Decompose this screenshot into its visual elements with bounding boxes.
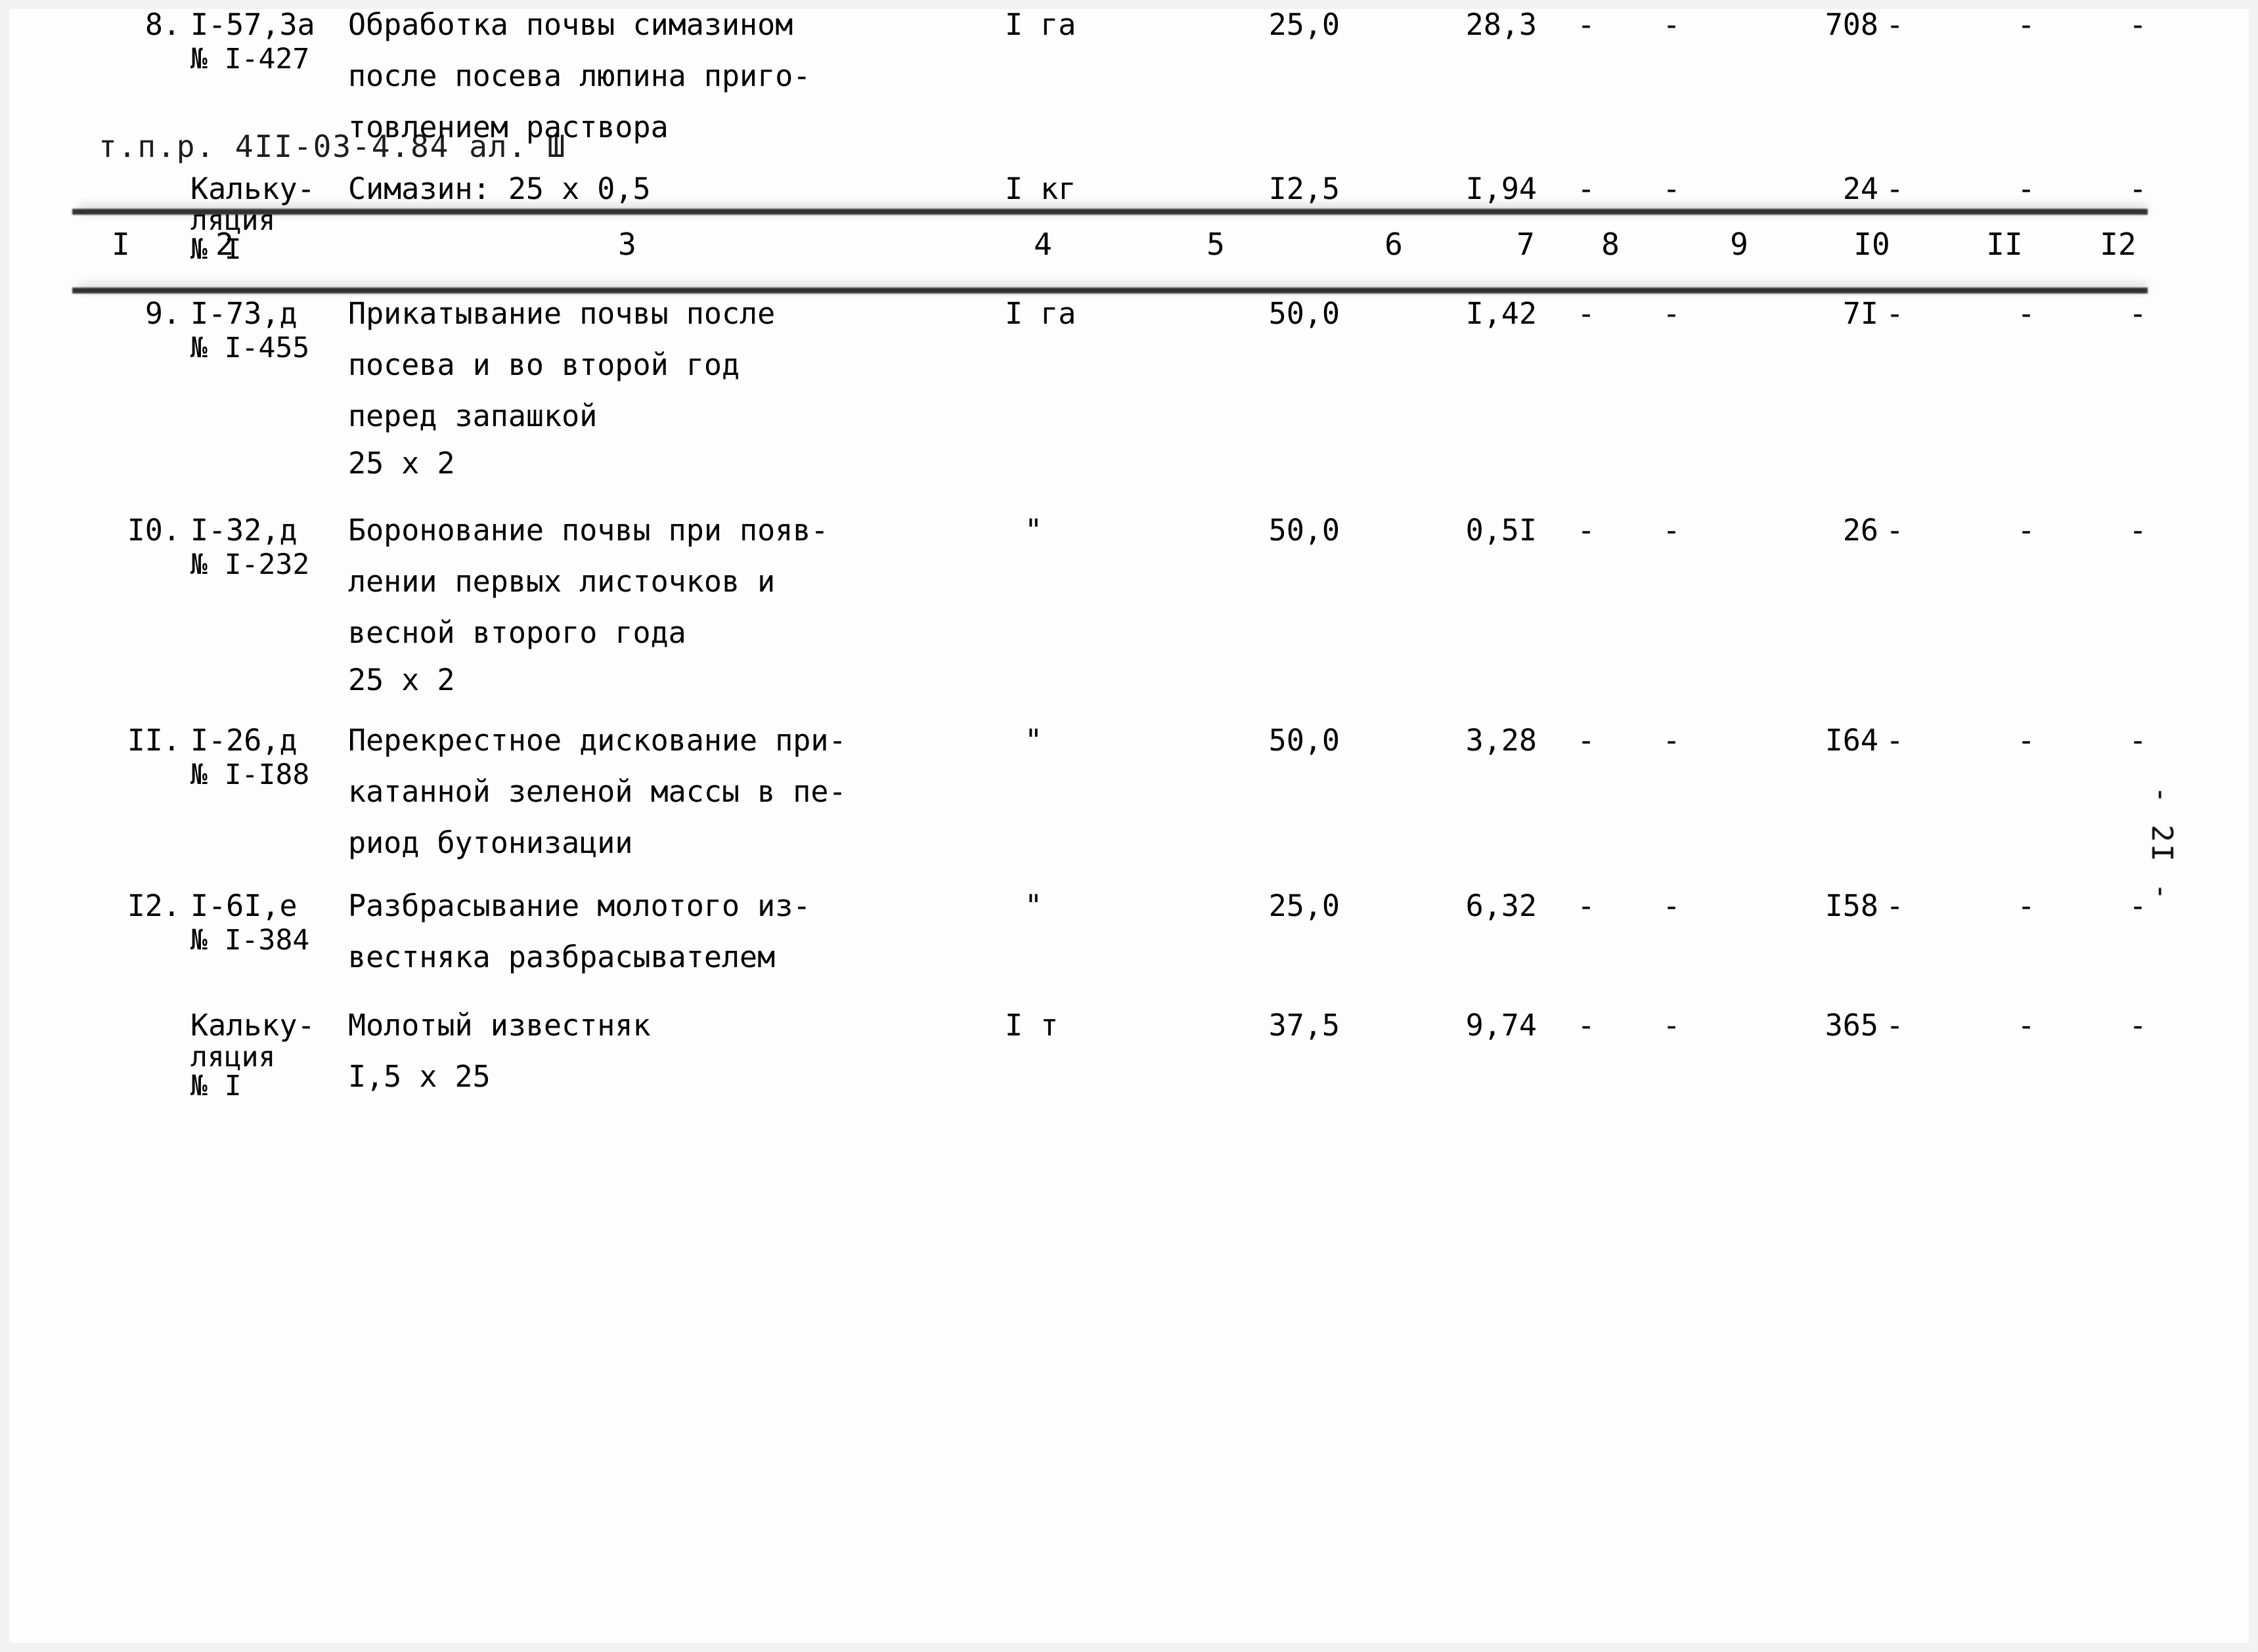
- row-value-col7: -: [1577, 171, 1595, 206]
- table-row: I0. I-32,д № I-232 Боронование почвы при…: [0, 506, 2258, 716]
- row-value-col8: -: [1662, 1008, 1681, 1043]
- row-description-line: Прикатывание почвы после: [348, 296, 776, 331]
- row-value-col11: -: [2017, 1008, 2035, 1043]
- row-value-col6: 9,74: [1465, 1008, 1537, 1043]
- row-unit: I кг: [1005, 171, 1076, 206]
- row-value-col12: -: [2129, 7, 2147, 42]
- row-value-col8: -: [1662, 7, 1681, 42]
- row-value-col11: -: [2017, 171, 2035, 206]
- row-value-col10: -: [1886, 513, 1904, 548]
- row-value-col12: -: [2129, 513, 2147, 548]
- row-value-col10: -: [1886, 723, 1904, 758]
- row-description-line: посева и во второй год: [348, 347, 740, 382]
- row-value-col6: 28,3: [1465, 7, 1537, 42]
- row-value-col5: I2,5: [1268, 171, 1340, 206]
- row-value-col8: -: [1662, 723, 1681, 758]
- row-number: I2.: [127, 888, 181, 923]
- row-value-col6: 6,32: [1465, 888, 1537, 923]
- row-description-line: 25 x 2: [348, 446, 455, 481]
- row-value-col8: -: [1662, 513, 1681, 548]
- table-row: 8. I-57,3а № I-427 Обработка почвы симаз…: [0, 0, 2258, 164]
- row-value-col12: -: [2129, 1008, 2147, 1043]
- row-unit: I т: [1005, 1008, 1059, 1043]
- row-value-col5: 50,0: [1268, 723, 1340, 758]
- row-value-col11: -: [2017, 723, 2035, 758]
- row-description-line: после посева люпина приго-: [348, 58, 811, 93]
- row-description-line: Боронование почвы при появ-: [348, 513, 829, 548]
- row-value-col11: -: [2017, 7, 2035, 42]
- row-value-col5: 25,0: [1268, 7, 1340, 42]
- row-value-col7: -: [1577, 888, 1595, 923]
- row-description-line: катанной зеленой массы в пе-: [348, 774, 847, 809]
- row-value-col8: -: [1662, 171, 1681, 206]
- row-value-col5: 37,5: [1268, 1008, 1340, 1043]
- row-value-col7: -: [1577, 723, 1595, 758]
- row-value-col10: -: [1886, 1008, 1904, 1043]
- row-value-col6: 0,5I: [1465, 513, 1537, 548]
- row-description-line: лении первых листочков и: [348, 564, 776, 599]
- row-unit: I га: [1005, 296, 1076, 331]
- row-value-col7: -: [1577, 296, 1595, 331]
- row-description-line: риод бутонизации: [348, 825, 633, 860]
- row-description-line: Молотый известняк: [348, 1008, 651, 1043]
- row-value-col10: -: [1886, 171, 1904, 206]
- row-code-ref: № I-427: [190, 43, 310, 76]
- row-value-col10: -: [1886, 296, 1904, 331]
- row-value-col12: -: [2129, 171, 2147, 206]
- row-number: I0.: [127, 513, 181, 548]
- table-row: 9. I-73,д № I-455 Прикатывание почвы пос…: [0, 289, 2258, 506]
- row-code-ref: № I-I88: [190, 758, 310, 791]
- row-unit: ": [1025, 723, 1043, 758]
- row-description-line: Симазин: 25 x 0,5: [348, 171, 651, 206]
- row-number: 9.: [144, 296, 181, 331]
- row-unit: ": [1025, 888, 1043, 923]
- row-value-col5: 50,0: [1268, 296, 1340, 331]
- row-description-line: перед запашкой: [348, 399, 598, 433]
- row-value-col8: -: [1662, 296, 1681, 331]
- row-value-col7: -: [1577, 1008, 1595, 1043]
- row-value-col5: 25,0: [1268, 888, 1340, 923]
- row-value-col12: -: [2129, 723, 2147, 758]
- row-unit: ": [1025, 513, 1043, 548]
- table-row: II. I-26,д № I-I88 Перекрестное дискован…: [0, 716, 2258, 881]
- row-value-col11: -: [2017, 888, 2035, 923]
- row-description-line: Перекрестное дискование при-: [348, 723, 847, 758]
- table-row: I2. I-6I,е № I-384 Разбрасывание молотог…: [0, 881, 2258, 1001]
- row-description-line: вестняка разбрасывателем: [348, 940, 776, 974]
- row-value-col11: -: [2017, 513, 2035, 548]
- row-value-col8: -: [1662, 888, 1681, 923]
- table-row: Кальку- ляция № I Молотый известняк I,5 …: [0, 1001, 2258, 1132]
- row-number: 8.: [144, 7, 181, 42]
- row-value-col7: -: [1577, 513, 1595, 548]
- row-value-col10: -: [1886, 888, 1904, 923]
- row-description-line: 25 x 2: [348, 663, 455, 697]
- row-value-col10: -: [1886, 7, 1904, 42]
- row-value-col6: 3,28: [1465, 723, 1537, 758]
- row-code-ref: № I: [190, 1070, 242, 1102]
- row-value-col7: -: [1577, 7, 1595, 42]
- row-value-col6: I,42: [1465, 296, 1537, 331]
- row-code-ref: № I: [190, 233, 242, 266]
- row-description-line: Разбрасывание молотого из-: [348, 888, 811, 923]
- row-value-col5: 50,0: [1268, 513, 1340, 548]
- page-number: - 2I -: [2145, 786, 2179, 902]
- row-value-col11: -: [2017, 296, 2035, 331]
- row-description-line: Обработка почвы симазином: [348, 7, 793, 42]
- row-code-ref: № I-384: [190, 924, 310, 957]
- row-code-ref: № I-232: [190, 548, 310, 581]
- row-description-line: весной второго года: [348, 615, 686, 650]
- row-number: II.: [127, 723, 181, 758]
- row-value-col12: -: [2129, 296, 2147, 331]
- row-description-line: I,5 x 25: [348, 1059, 491, 1094]
- table-row: Кальку- ляция № I Симазин: 25 x 0,5 I кг…: [0, 164, 2258, 289]
- scanned-document-page: т.п.р. 4II-03-4.84 ал. Ш I 2 3 4 5 6 7 8…: [0, 0, 2258, 1652]
- row-code-ref: № I-455: [190, 332, 310, 364]
- row-description-line: товлением раствора: [348, 110, 669, 144]
- row-unit: I га: [1005, 7, 1076, 42]
- row-value-col6: I,94: [1465, 171, 1537, 206]
